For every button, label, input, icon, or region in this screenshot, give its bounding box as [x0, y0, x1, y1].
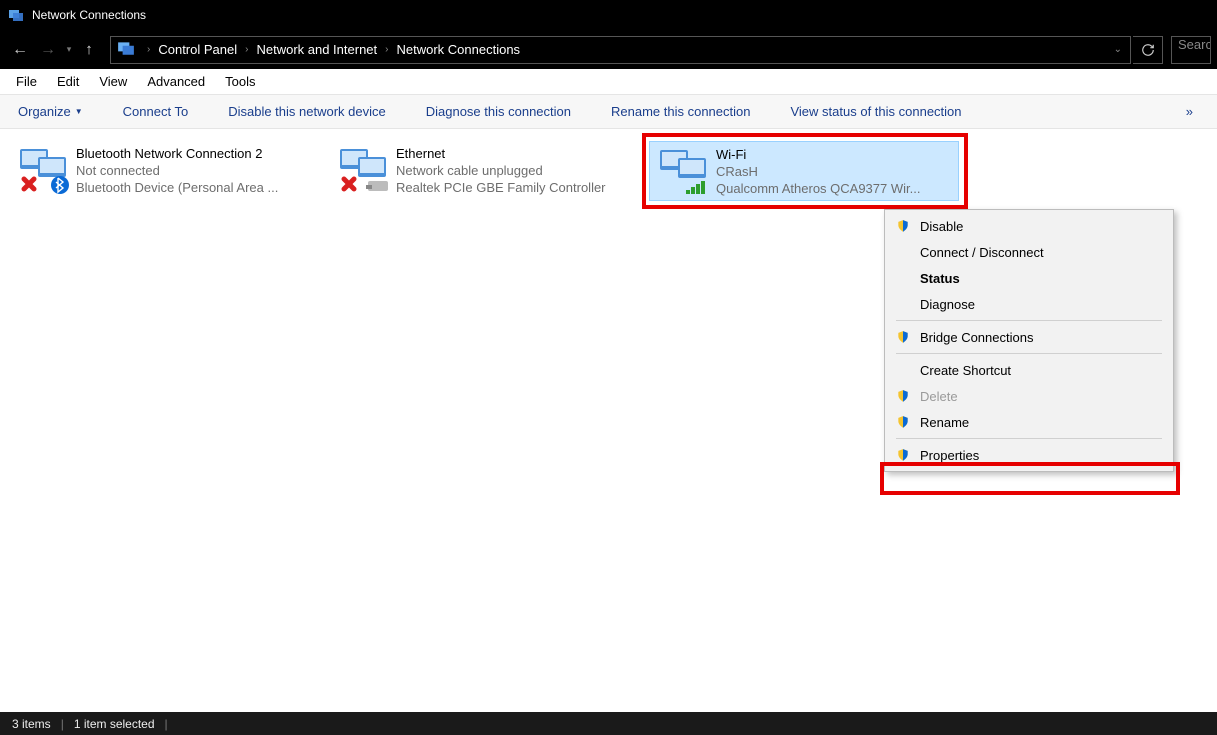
statusbar: 3 items | 1 item selected | — [0, 712, 1217, 735]
connection-device: Bluetooth Device (Personal Area ... — [76, 179, 278, 196]
connection-item-ethernet[interactable]: Ethernet Network cable unplugged Realtek… — [330, 141, 640, 201]
menu-file[interactable]: File — [6, 71, 47, 92]
navbar: ← → ▾ ↑ › Control Panel › Network and In… — [0, 30, 1217, 69]
shield-icon — [894, 330, 912, 344]
connection-device: Realtek PCIe GBE Family Controller — [396, 179, 606, 196]
breadcrumb-separator: › — [147, 44, 150, 55]
app-icon — [8, 7, 24, 23]
shield-icon — [894, 415, 912, 429]
toolbar-organize[interactable]: Organize▼ — [10, 100, 91, 123]
menu-tools[interactable]: Tools — [215, 71, 265, 92]
wifi-connection-icon — [656, 146, 712, 198]
status-selected-count: 1 item selected — [74, 717, 155, 731]
ctx-status[interactable]: Status — [888, 265, 1170, 291]
connection-name: Wi-Fi — [716, 146, 920, 163]
up-button[interactable]: ↑ — [76, 41, 102, 58]
toolbar-diagnose[interactable]: Diagnose this connection — [418, 100, 579, 123]
toolbar-disable[interactable]: Disable this network device — [220, 100, 394, 123]
ctx-create-shortcut[interactable]: Create Shortcut — [888, 357, 1170, 383]
toolbar-view-status[interactable]: View status of this connection — [782, 100, 969, 123]
refresh-button[interactable] — [1133, 36, 1163, 64]
forward-button[interactable]: → — [34, 36, 62, 64]
toolbar-overflow[interactable]: » — [1178, 100, 1201, 123]
shield-icon — [894, 389, 912, 403]
content-area[interactable]: Bluetooth Network Connection 2 Not conne… — [0, 129, 1217, 712]
connection-name: Ethernet — [396, 145, 606, 162]
shield-icon — [894, 448, 912, 462]
ctx-connect-disconnect[interactable]: Connect / Disconnect — [888, 239, 1170, 265]
breadcrumb-separator: › — [385, 44, 388, 55]
menu-view[interactable]: View — [89, 71, 137, 92]
shield-icon — [894, 219, 912, 233]
menubar: File Edit View Advanced Tools — [0, 69, 1217, 95]
ctx-separator — [896, 353, 1162, 354]
connection-device: Qualcomm Atheros QCA9377 Wir... — [716, 180, 920, 196]
breadcrumb-item[interactable]: Network and Internet — [254, 42, 379, 57]
connection-name: Bluetooth Network Connection 2 — [76, 145, 278, 162]
ctx-separator — [896, 320, 1162, 321]
breadcrumb-item[interactable]: Control Panel — [156, 42, 239, 57]
toolbar: Organize▼ Connect To Disable this networ… — [0, 95, 1217, 129]
menu-edit[interactable]: Edit — [47, 71, 89, 92]
toolbar-connect-to[interactable]: Connect To — [115, 100, 197, 123]
menu-advanced[interactable]: Advanced — [137, 71, 215, 92]
breadcrumb-root-icon — [117, 39, 135, 60]
breadcrumb-item[interactable]: Network Connections — [395, 42, 523, 57]
breadcrumb-separator: › — [245, 44, 248, 55]
ctx-disable[interactable]: Disable — [888, 213, 1170, 239]
history-dropdown[interactable]: ▾ — [62, 44, 76, 55]
ctx-rename[interactable]: Rename — [888, 409, 1170, 435]
address-dropdown[interactable]: ⌄ — [1114, 44, 1122, 55]
connection-item-wifi[interactable]: Wi-Fi CRasH Qualcomm Atheros QCA9377 Wir… — [649, 141, 959, 201]
ctx-bridge[interactable]: Bridge Connections — [888, 324, 1170, 350]
connection-item-bluetooth[interactable]: Bluetooth Network Connection 2 Not conne… — [10, 141, 320, 201]
back-button[interactable]: ← — [6, 36, 34, 64]
titlebar: Network Connections — [0, 0, 1217, 30]
toolbar-rename[interactable]: Rename this connection — [603, 100, 758, 123]
context-menu: Disable Connect / Disconnect Status Diag… — [884, 209, 1174, 472]
connection-status: Not connected — [76, 162, 278, 179]
address-bar[interactable]: › Control Panel › Network and Internet ›… — [110, 36, 1131, 64]
ctx-separator — [896, 438, 1162, 439]
window-title: Network Connections — [32, 8, 146, 22]
ethernet-connection-icon — [336, 145, 392, 197]
connection-status: CRasH — [716, 163, 920, 180]
bluetooth-connection-icon — [16, 145, 72, 197]
status-item-count: 3 items — [12, 717, 51, 731]
ctx-delete[interactable]: Delete — [888, 383, 1170, 409]
connection-status: Network cable unplugged — [396, 162, 606, 179]
ctx-properties[interactable]: Properties — [888, 442, 1170, 468]
search-input[interactable]: Search — [1171, 36, 1211, 64]
ctx-diagnose[interactable]: Diagnose — [888, 291, 1170, 317]
